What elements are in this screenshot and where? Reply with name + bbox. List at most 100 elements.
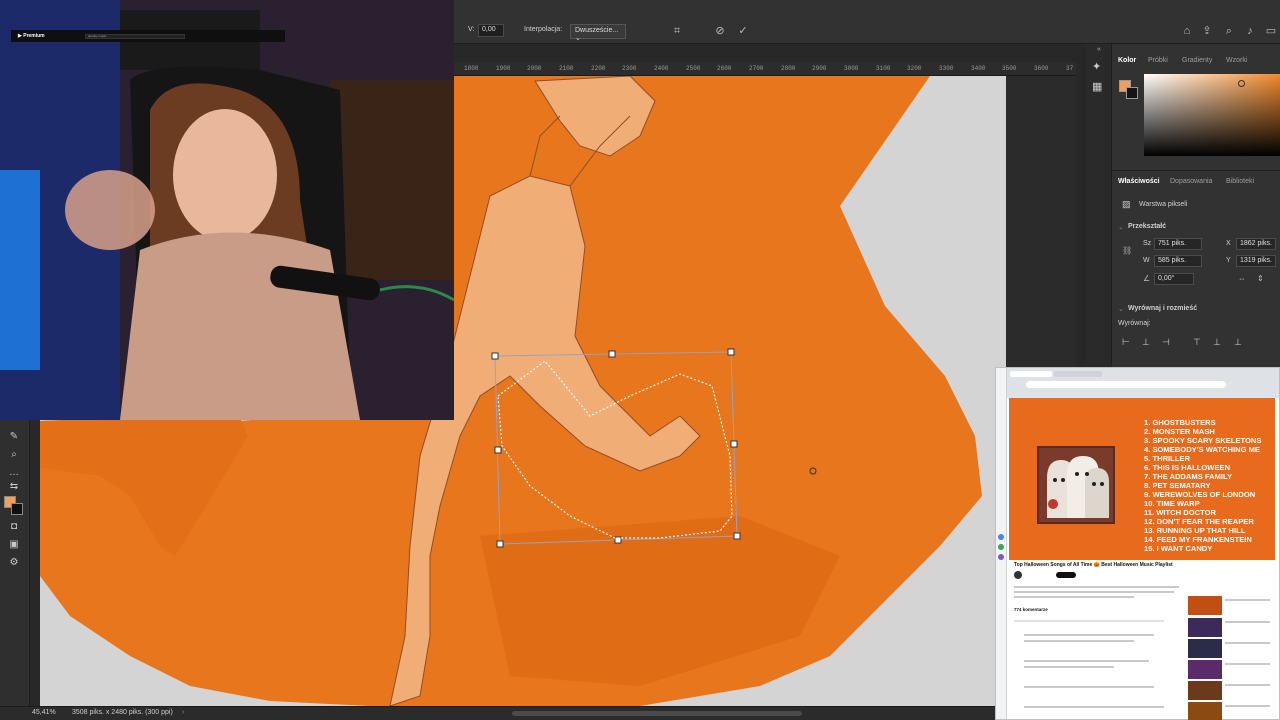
home-icon[interactable]: ⌂ (1180, 24, 1194, 38)
channel-avatar[interactable] (1014, 571, 1022, 579)
address-bar[interactable] (1026, 381, 1226, 388)
sidebar-icon[interactable] (998, 544, 1004, 550)
browser-tab[interactable] (1054, 371, 1102, 377)
transform-handle[interactable] (727, 348, 735, 356)
height-field[interactable]: 585 piks. (1154, 255, 1202, 267)
align-middle-v-icon[interactable]: ⊥ (1213, 337, 1221, 348)
search-icon[interactable]: ⌕ (1222, 24, 1236, 38)
related-video-thumb[interactable] (1188, 618, 1222, 637)
y-field[interactable]: 1319 piks. (1236, 255, 1276, 267)
subscribe-button[interactable] (1056, 572, 1076, 578)
align-right-icon[interactable]: ⊣ (1162, 337, 1170, 348)
related-video-thumb[interactable] (1188, 639, 1222, 658)
swap-colors-icon[interactable]: ⇆ (6, 480, 22, 494)
extras-icon[interactable]: ⚙ (6, 556, 22, 570)
ruler-tick: 1800 (464, 65, 479, 72)
sidebar-icon[interactable] (998, 554, 1004, 560)
chevron-right-icon[interactable]: › (182, 709, 184, 716)
zoom-level[interactable]: 45,41% (32, 709, 56, 716)
angle-icon: ∠ (1143, 274, 1151, 283)
ruler-tick: 2100 (559, 65, 574, 72)
bg-color-chip[interactable] (1126, 87, 1138, 99)
transform-handle[interactable] (730, 440, 738, 448)
comment-input[interactable] (1014, 620, 1164, 622)
link-icon[interactable]: ⛓ (1122, 246, 1132, 255)
ruler-tick: 3400 (971, 65, 986, 72)
x-field[interactable]: 1862 piks. (1236, 238, 1276, 250)
flip-vertical-icon[interactable]: ⇕ (1257, 274, 1264, 283)
chevron-down-icon[interactable]: ⌄ (1118, 223, 1124, 231)
more-tools-icon[interactable]: … (6, 466, 22, 480)
tab-dopasowania[interactable]: Dopasowania (1170, 178, 1212, 185)
angle-field[interactable]: 0,00° (1154, 273, 1194, 285)
transform-handle[interactable] (494, 446, 502, 454)
color-panel-icon[interactable]: ✦ (1092, 60, 1101, 73)
youtube-logo[interactable]: ▶ Premium (18, 33, 45, 39)
ruler-tick: 2500 (686, 65, 701, 72)
bell-icon[interactable]: ♪ (1243, 24, 1257, 38)
related-video-thumb[interactable] (1188, 596, 1222, 615)
transform-heading: Przekształć (1128, 223, 1167, 230)
video-player[interactable]: 1. GHOSTBUSTERS 2. MONSTER MASH 3. SPOOK… (1009, 398, 1275, 560)
related-video-thumb[interactable] (1188, 702, 1222, 720)
horizontal-scrollbar[interactable] (512, 711, 802, 716)
tab-biblioteki[interactable]: Biblioteki (1226, 178, 1254, 185)
browser-tab[interactable] (1010, 371, 1052, 377)
align-left-icon[interactable]: ⊢ (1122, 337, 1130, 348)
panel-icon[interactable]: ▭ (1264, 24, 1278, 38)
transform-handle[interactable] (491, 352, 499, 360)
v-skew-input[interactable]: 0,00 (478, 24, 504, 37)
related-video-thumb[interactable] (1188, 681, 1222, 700)
song-item: 2. MONSTER MASH (1144, 427, 1215, 436)
chevron-down-icon[interactable]: ⌄ (1118, 305, 1124, 313)
brush-tool-icon[interactable]: ✎ (6, 430, 22, 444)
tab-gradienty[interactable]: Gradienty (1182, 57, 1212, 64)
sidebar-icon[interactable] (998, 534, 1004, 540)
song-item: 10. TIME WARP (1144, 499, 1200, 508)
align-top-icon[interactable]: ⊤ (1193, 337, 1201, 348)
transform-handle[interactable] (608, 350, 616, 358)
align-center-h-icon[interactable]: ⊥ (1142, 337, 1150, 348)
tab-probki[interactable]: Próbki (1148, 57, 1168, 64)
background-color-swatch[interactable] (11, 503, 23, 515)
swatches-panel-icon[interactable]: ▦ (1092, 80, 1102, 93)
cancel-icon[interactable]: ⊘ (713, 24, 727, 38)
zoom-tool-icon[interactable]: ⌕ (6, 448, 22, 462)
video-title[interactable]: Top Halloween Songs of All Time 🎃 Best H… (1014, 562, 1173, 568)
pixel-layer-icon: ▨ (1122, 199, 1131, 209)
transform-handle[interactable] (733, 532, 741, 540)
share-icon[interactable]: ⇪ (1200, 24, 1214, 38)
collapse-icon[interactable]: « (1097, 46, 1101, 53)
ruler-tick: 2600 (717, 65, 732, 72)
color-picker-cursor[interactable] (1238, 80, 1245, 87)
align-bottom-icon[interactable]: ⊥ (1234, 337, 1242, 348)
flip-horizontal-icon[interactable]: ⇔ (1238, 274, 1246, 283)
comments-count: 774 komentarze (1014, 607, 1048, 612)
comment-line (1024, 666, 1114, 668)
ruler-tick: 2000 (527, 65, 542, 72)
related-video-thumb[interactable] (1188, 660, 1222, 679)
width-field[interactable]: 751 piks. (1154, 238, 1202, 250)
warp-icon[interactable]: ⌗ (670, 24, 684, 38)
commit-check-icon[interactable]: ✓ (736, 24, 750, 38)
related-title-line (1225, 621, 1270, 623)
quick-mask-icon[interactable]: ◘ (6, 520, 22, 534)
transform-handle[interactable] (496, 540, 504, 548)
ruler-tick: 3000 (844, 65, 859, 72)
interpolation-select[interactable]: Dwuszeście... ⌄ (570, 24, 626, 42)
tab-wzorki[interactable]: Wzorki (1226, 57, 1247, 64)
tab-kolor[interactable]: Kolor (1118, 57, 1136, 64)
youtube-search-input[interactable]: spooky music (85, 34, 185, 39)
align-heading: Wyrównaj i rozmieść (1128, 305, 1198, 312)
description-line (1014, 586, 1179, 588)
ruler-tick: 37 (1066, 65, 1074, 72)
comment-line (1024, 660, 1149, 662)
related-title-line (1225, 599, 1270, 601)
chevron-down-icon: ⌄ (575, 35, 581, 42)
tab-wlasciwosci[interactable]: Właściwości (1118, 178, 1160, 185)
comment-line (1024, 640, 1134, 642)
ruler-tick: 1900 (496, 65, 511, 72)
color-picker-field[interactable] (1144, 74, 1280, 156)
song-item: 3. SPOOKY SCARY SKELETONS (1144, 436, 1262, 445)
screen-mode-icon[interactable]: ▣ (6, 538, 22, 552)
